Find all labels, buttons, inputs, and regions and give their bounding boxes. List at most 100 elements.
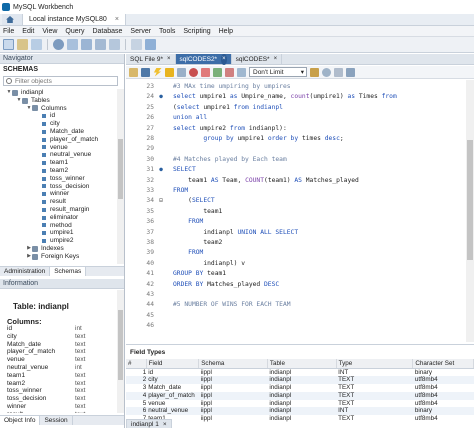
explain-icon[interactable] — [177, 67, 186, 77]
tree-item[interactable]: result_margin — [0, 206, 116, 214]
code-line[interactable]: 23 #3 MAx time umpiring by umpires — [126, 82, 466, 92]
table-row[interactable]: 7team1iipplindianplTEXTutf8mb4 — [126, 415, 474, 423]
tree-item[interactable]: city — [0, 120, 116, 128]
find-icon[interactable] — [322, 67, 331, 77]
create-table-icon[interactable] — [67, 39, 78, 50]
commit-icon[interactable] — [213, 67, 222, 77]
tree-item[interactable]: toss_decision — [0, 183, 116, 191]
tree-item[interactable]: Match_date — [0, 128, 116, 136]
code-line[interactable]: 28 group by umpire1 order by times desc; — [126, 134, 466, 144]
close-icon[interactable]: × — [163, 420, 167, 428]
tab-local-instance[interactable]: Local instance MySQL80 × — [23, 14, 126, 25]
tree-item[interactable]: neutral_venue — [0, 151, 116, 159]
editor-tab[interactable]: sqlCODES* × — [232, 54, 283, 65]
code-line[interactable]: 37 indianpl UNION ALL SELECT — [126, 228, 466, 238]
create-schema-icon[interactable] — [53, 39, 64, 50]
menu-item-server[interactable]: Server — [130, 28, 151, 35]
editor-scrollbar[interactable] — [466, 80, 474, 342]
tree-item[interactable]: team1 — [0, 159, 116, 167]
code-line[interactable]: 44 #5 NUMBER OF WINS FOR EACH TEAM — [126, 300, 466, 310]
stop-icon[interactable] — [189, 67, 198, 77]
code-line[interactable]: 31 ● SELECT — [126, 165, 466, 175]
reconnect-icon[interactable] — [145, 39, 156, 50]
create-procedure-icon[interactable] — [95, 39, 106, 50]
editor-tab[interactable]: SQL File 9* × — [126, 54, 176, 64]
code-line[interactable]: 42 ORDER BY Matches_played DESC — [126, 280, 466, 290]
statement-marker-icon[interactable]: ● — [157, 165, 165, 175]
code-line[interactable]: 39 FROM — [126, 248, 466, 258]
menu-item-scripting[interactable]: Scripting — [183, 28, 210, 35]
tree-item[interactable]: result — [0, 198, 116, 206]
menu-item-edit[interactable]: Edit — [22, 28, 34, 35]
tree-item[interactable]: player_of_match — [0, 136, 116, 144]
menu-item-database[interactable]: Database — [92, 28, 122, 35]
fold-icon[interactable]: ⊟ — [157, 196, 165, 206]
filter-input[interactable] — [15, 77, 115, 85]
column-header[interactable]: Character Set — [412, 359, 474, 369]
code-line[interactable]: 33 FROM — [126, 186, 466, 196]
code-line[interactable]: 38 team2 — [126, 238, 466, 248]
sql-code-editor[interactable]: 23 #3 MAx time umpiring by umpires 24 ● sele… — [126, 80, 466, 342]
limit-rows-select[interactable]: Don't Limit ▾ — [249, 67, 307, 77]
tree-item[interactable]: toss_winner — [0, 175, 116, 183]
rollback-icon[interactable] — [225, 67, 234, 77]
home-tab[interactable] — [2, 14, 23, 25]
table-row[interactable]: 1 id iippl indianpl INT binary — [126, 368, 474, 376]
tree-item[interactable]: team2 — [0, 167, 116, 175]
tree-item[interactable]: method — [0, 222, 116, 230]
close-icon[interactable]: × — [221, 53, 227, 65]
filter-objects-field[interactable] — [3, 76, 118, 86]
new-sql-tab-icon[interactable] — [3, 39, 14, 50]
tree-item[interactable]: ▶ Foreign Keys — [0, 253, 116, 261]
execute-icon[interactable] — [153, 67, 162, 77]
tree-item[interactable]: venue — [0, 144, 116, 152]
tree-item[interactable]: eliminator — [0, 214, 116, 222]
tree-item[interactable]: umpire1 — [0, 229, 116, 237]
info-scrollbar[interactable] — [117, 290, 124, 413]
close-icon[interactable]: × — [274, 54, 278, 65]
tab-object-info[interactable]: Object Info — [0, 416, 41, 425]
close-icon[interactable]: × — [167, 54, 171, 65]
code-line[interactable]: 46 — [126, 321, 466, 331]
code-line[interactable]: 24 ● select umpire1 as Umpire_name, count(… — [126, 92, 466, 102]
code-line[interactable]: 25 (select umpire1 from indianpl — [126, 103, 466, 113]
search-table-data-icon[interactable] — [131, 39, 142, 50]
code-line[interactable]: 34 ⊟ (SELECT — [126, 196, 466, 206]
close-icon[interactable]: × — [115, 16, 119, 23]
tab-session[interactable]: Session — [40, 416, 73, 425]
code-line[interactable]: 30 #4 Matches played by Each team — [126, 155, 466, 165]
execute-current-icon[interactable] — [165, 67, 174, 77]
code-line[interactable]: 40 indianpl) v — [126, 259, 466, 269]
menu-item-help[interactable]: Help — [219, 28, 233, 35]
column-header[interactable]: # — [126, 359, 147, 369]
tree-item[interactable]: umpire2 — [0, 237, 116, 245]
code-line[interactable]: 32 team1 AS Team, COUNT(team1) AS Matche… — [126, 176, 466, 186]
tree-item[interactable]: ▶ Indexes — [0, 245, 116, 253]
code-line[interactable]: 29 — [126, 144, 466, 154]
word-wrap-icon[interactable] — [346, 67, 355, 77]
column-header[interactable]: Schema — [198, 359, 268, 369]
code-line[interactable]: 35 team1 — [126, 207, 466, 217]
table-row[interactable]: 5 venue iippl indianpl TEXT utf8mb4 — [126, 400, 474, 408]
menu-item-tools[interactable]: Tools — [159, 28, 175, 35]
tree-item[interactable]: ▼ Tables — [0, 97, 116, 105]
create-function-icon[interactable] — [109, 39, 120, 50]
scrollbar-thumb[interactable] — [467, 140, 473, 260]
tree-item[interactable]: ▼ indianpl — [0, 89, 116, 97]
tree-scrollbar[interactable] — [117, 89, 124, 264]
tab-schemas[interactable]: Schemas — [50, 267, 87, 276]
open-file-icon[interactable] — [129, 67, 138, 77]
table-row[interactable]: 2 city iippl indianpl TEXT utf8mb4 — [126, 376, 474, 385]
table-row[interactable]: 6 neutral_venue iippl indianpl INT binary — [126, 407, 474, 416]
result-tab[interactable]: indianpl 1 × — [126, 419, 172, 428]
code-line[interactable]: 36 FROM — [126, 217, 466, 227]
code-line[interactable]: 41 GROUP BY team1 — [126, 269, 466, 279]
menu-item-view[interactable]: View — [42, 28, 57, 35]
scrollbar-thumb[interactable] — [118, 139, 123, 199]
code-line[interactable]: 45 — [126, 311, 466, 321]
scrollbar-thumb[interactable] — [118, 310, 123, 380]
tree-item[interactable]: ▼ Columns — [0, 105, 116, 113]
code-line[interactable]: 27 select umpire2 from indianpl): — [126, 124, 466, 134]
tab-administration[interactable]: Administration — [0, 267, 51, 276]
menu-item-query[interactable]: Query — [65, 28, 84, 35]
